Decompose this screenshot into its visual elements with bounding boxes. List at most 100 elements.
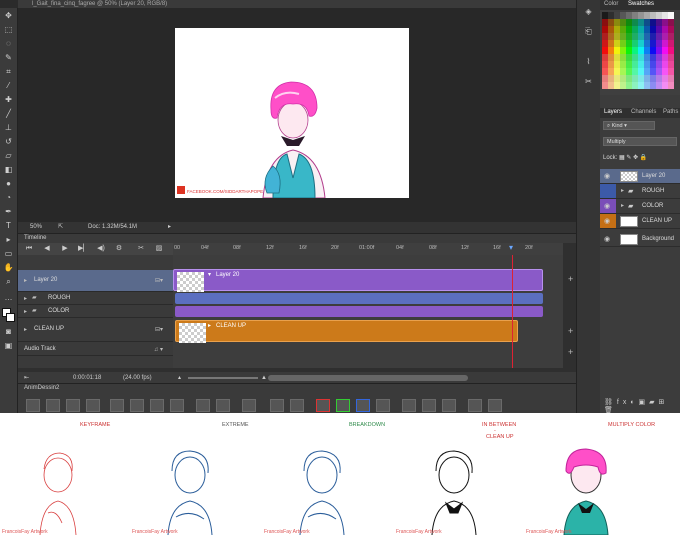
layer-item-layer20[interactable]: ◉ Layer 20: [600, 169, 680, 184]
anim-green-onion-button[interactable]: [336, 399, 350, 412]
swatch[interactable]: [668, 26, 674, 33]
hand-tool-icon[interactable]: ✋: [2, 262, 15, 273]
layer-item-background[interactable]: ◉ Background: [600, 232, 680, 247]
more-tools-icon[interactable]: …: [2, 292, 15, 303]
dodge-tool-icon[interactable]: ◔: [2, 192, 15, 203]
lock-icons[interactable]: ▦ ✎ ✥ 🔒: [619, 155, 647, 161]
anim-capture-button[interactable]: [422, 399, 436, 412]
swatch[interactable]: [668, 33, 674, 40]
anim-fit-button[interactable]: [468, 399, 482, 412]
layer-item-rough[interactable]: ▸ ▰ ROUGH: [600, 184, 680, 199]
history-panel-icon[interactable]: ◈: [582, 6, 595, 18]
swatch[interactable]: [668, 19, 674, 26]
row-options-icon[interactable]: ⊟▾: [155, 277, 163, 284]
layer-filter-kind[interactable]: ⌕ Kind ▾: [603, 121, 655, 130]
playhead-line[interactable]: [512, 255, 513, 368]
expand-arrow-icon[interactable]: ▸: [621, 187, 624, 194]
tab-paths[interactable]: Paths: [663, 109, 678, 115]
status-export-icon[interactable]: ⇱: [58, 222, 63, 233]
anim-add-button[interactable]: [290, 399, 304, 412]
quick-select-tool-icon[interactable]: ✎: [2, 52, 15, 63]
timeline-row-audio[interactable]: Audio Track ♫ ▾: [18, 342, 173, 356]
crop-tool-icon[interactable]: ⌗: [2, 66, 15, 77]
layer-item-cleanup[interactable]: ◉ CLEAN UP: [600, 214, 680, 229]
tab-color[interactable]: Color: [604, 1, 618, 7]
anim-clear-onion-button[interactable]: [376, 399, 390, 412]
animdessin-title[interactable]: AnimDessin2: [24, 385, 59, 391]
visibility-eye-icon[interactable]: ◉: [604, 217, 610, 225]
timeline-row-color[interactable]: ▸ ▰ COLOR: [18, 305, 173, 318]
background-color-swatch[interactable]: [6, 313, 15, 322]
add-audio-icon[interactable]: +: [568, 347, 573, 357]
zoom-tool-icon[interactable]: ⌕: [2, 276, 15, 287]
swatch[interactable]: [668, 54, 674, 61]
anim-red-onion-button[interactable]: [316, 399, 330, 412]
prev-frame-icon[interactable]: ◀: [42, 244, 52, 254]
anim-next-button[interactable]: [216, 399, 230, 412]
add-media-icon[interactable]: +: [568, 274, 573, 284]
stamp-tool-icon[interactable]: ⊥: [2, 122, 15, 133]
anim-list-button[interactable]: [26, 399, 40, 412]
canvas-area[interactable]: FACEBOOK.COM/SIDDARTHAPOPE: [18, 8, 576, 222]
lasso-tool-icon[interactable]: ◌: [2, 38, 15, 49]
type-tool-icon[interactable]: T: [2, 220, 15, 231]
split-scissors-icon[interactable]: ✂: [136, 244, 146, 254]
swatch[interactable]: [668, 47, 674, 54]
anim-onion-button[interactable]: [46, 399, 60, 412]
visibility-eye-icon[interactable]: ◉: [604, 172, 610, 180]
gradient-tool-icon[interactable]: ◧: [2, 164, 15, 175]
blend-mode-select[interactable]: Multiply: [603, 137, 677, 146]
timeline-scrollbar[interactable]: [268, 375, 468, 381]
visibility-eye-icon[interactable]: ◉: [604, 235, 610, 243]
play-icon[interactable]: ▶: [60, 244, 70, 254]
blur-tool-icon[interactable]: ●: [2, 178, 15, 189]
pen-tool-icon[interactable]: ✒: [2, 206, 15, 217]
row-options-icon[interactable]: ⊟▾: [155, 326, 163, 333]
tab-channels[interactable]: Channels: [631, 109, 656, 115]
move-tool-icon[interactable]: ✥: [2, 10, 15, 21]
path-select-icon[interactable]: ▸: [2, 234, 15, 245]
anim-frame-button[interactable]: [242, 399, 256, 412]
zoom-level[interactable]: 50%: [30, 222, 42, 233]
swatch[interactable]: [668, 61, 674, 68]
timeline-ruler[interactable]: 00 04f 08f 12f 16f 20f 01:00f 04f 08f 12…: [173, 243, 563, 255]
timeline-title[interactable]: Timeline: [18, 234, 576, 243]
next-frame-icon[interactable]: ▶▏: [78, 244, 89, 254]
anim-loop-button[interactable]: [402, 399, 416, 412]
audio-icon[interactable]: ◀): [96, 244, 106, 254]
audio-note-icon[interactable]: ♫ ▾: [154, 346, 163, 353]
swatch[interactable]: [668, 82, 674, 89]
healing-tool-icon[interactable]: ✚: [2, 94, 15, 105]
anim-split-button[interactable]: [270, 399, 284, 412]
anim-save-button[interactable]: [86, 399, 100, 412]
properties-panel-icon[interactable]: ⎗: [582, 26, 595, 38]
zoom-slider[interactable]: [188, 377, 258, 379]
brush-panel-icon[interactable]: ⌇: [582, 56, 595, 68]
clip-layer20[interactable]: ▾ Layer 20: [173, 269, 543, 292]
add-media-icon[interactable]: +: [568, 326, 573, 336]
clip-cleanup[interactable]: ▸ CLEAN UP: [175, 320, 518, 343]
swatch[interactable]: [668, 68, 674, 75]
eyedropper-tool-icon[interactable]: ⁄: [2, 80, 15, 91]
first-frame-icon[interactable]: ⏮: [24, 244, 34, 254]
anim-copy-button[interactable]: [150, 399, 164, 412]
status-arrow-icon[interactable]: ▸: [168, 222, 171, 233]
tab-layers[interactable]: Layers: [604, 109, 622, 115]
clip-color[interactable]: [175, 306, 543, 317]
visibility-eye-icon[interactable]: ◉: [604, 202, 610, 210]
settings-gear-icon[interactable]: ⚙: [114, 244, 124, 254]
swatch[interactable]: [668, 40, 674, 47]
tab-swatches[interactable]: Swatches: [628, 1, 654, 7]
timeline-row-rough[interactable]: ▸ ▰ ROUGH: [18, 292, 173, 305]
eraser-tool-icon[interactable]: ▱: [2, 150, 15, 161]
layer-footer-icons[interactable]: ⛓fx◐▣▰⊞🗑: [604, 398, 680, 413]
shape-tool-icon[interactable]: ▭: [2, 248, 15, 259]
anim-prev-button[interactable]: [196, 399, 210, 412]
anim-blue-onion-button[interactable]: [356, 399, 370, 412]
timeline-row-cleanup[interactable]: ▸ CLEAN UP ⊟▾: [18, 318, 173, 342]
layer-item-color[interactable]: ◉ ▸ ▰ COLOR: [600, 199, 680, 214]
expand-arrow-icon[interactable]: ▸: [621, 202, 624, 209]
tools-preset-icon[interactable]: ✂: [582, 76, 595, 88]
swatch[interactable]: [668, 75, 674, 82]
anim-new-frame-button[interactable]: [110, 399, 124, 412]
